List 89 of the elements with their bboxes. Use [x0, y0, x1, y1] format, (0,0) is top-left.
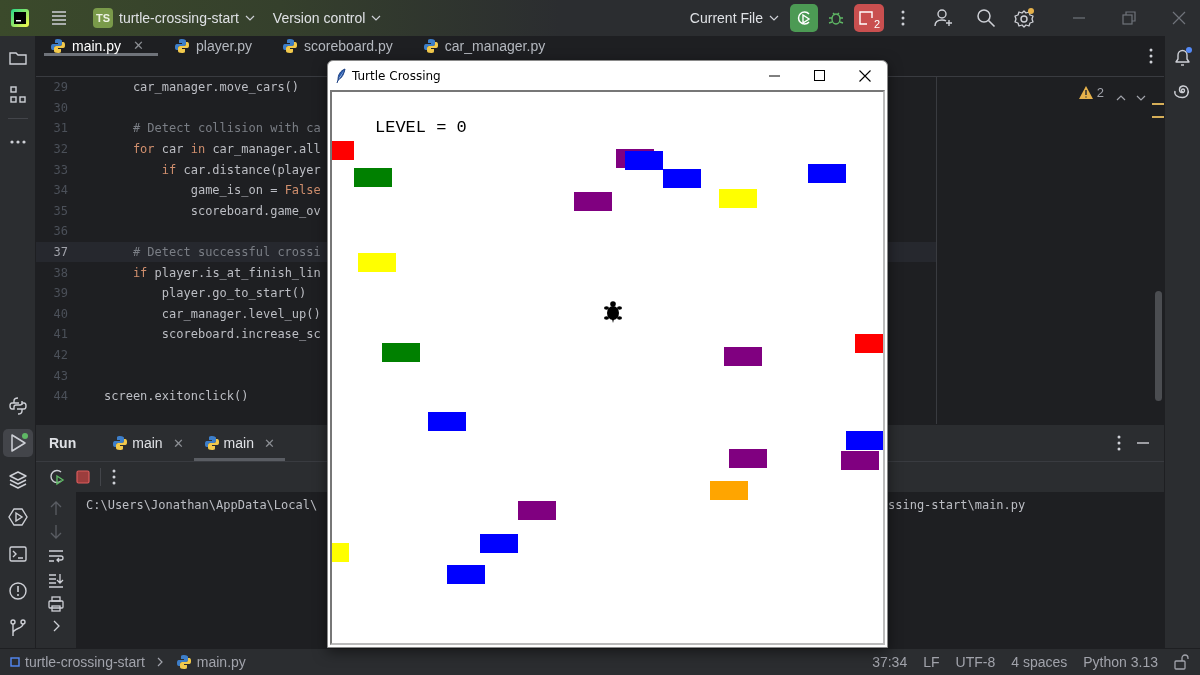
code-line: # Detect successful crossi	[131, 245, 321, 260]
run-tab[interactable]: main ✕	[193, 425, 285, 461]
scroll-to-end-icon[interactable]	[48, 572, 64, 588]
python-file-icon	[174, 37, 191, 54]
status-item[interactable]: Python 3.13	[1083, 654, 1158, 670]
status-item[interactable]: UTF-8	[955, 654, 996, 670]
module-icon	[10, 657, 20, 667]
soft-wrap-icon[interactable]	[48, 548, 64, 564]
maximize-icon	[814, 70, 825, 81]
project-badge: TS	[93, 8, 113, 28]
close-icon[interactable]	[1172, 11, 1186, 25]
restore-icon[interactable]	[1122, 11, 1136, 25]
services-icon	[7, 507, 28, 527]
code-line: car_manager.level_up()	[160, 306, 321, 321]
window-title: Turtle Crossing	[352, 68, 441, 83]
panel-title: Run	[49, 435, 77, 451]
python-file-icon	[175, 654, 192, 670]
code-line: # Detect collision with ca	[131, 121, 321, 136]
minimize-icon[interactable]	[1136, 441, 1150, 445]
status-item[interactable]: 37:34	[872, 654, 908, 670]
python-file-icon	[282, 37, 299, 54]
line-number: 37	[52, 245, 69, 260]
chevron-right-icon[interactable]	[52, 620, 60, 632]
console-text: ssing-start\main.py	[888, 498, 1027, 512]
settings-icon[interactable]	[1014, 7, 1036, 29]
minimize-icon	[769, 74, 780, 77]
structure-icon	[7, 85, 28, 105]
rerun-icon[interactable]	[48, 468, 66, 486]
code-line: scoreboard.increase_sc	[160, 327, 321, 342]
python-icon	[7, 396, 28, 416]
status-item[interactable]: 4 spaces	[1011, 654, 1068, 670]
run-config-selector[interactable]: Current File	[682, 6, 786, 30]
code-line: screen.exitonclick()	[104, 389, 249, 404]
caret-icon	[769, 15, 779, 21]
more-icon[interactable]	[1148, 48, 1154, 64]
console-text: C:\Users\Jonathan\AppData\Local\	[86, 498, 319, 512]
terminal-icon	[7, 544, 28, 564]
project-selector[interactable]: TS turtle-crossing-start	[86, 4, 262, 32]
scrollbar-thumb[interactable]	[1155, 291, 1162, 401]
warning-circle-icon	[7, 581, 28, 601]
warning-marker[interactable]	[1152, 103, 1164, 105]
layers-icon	[7, 470, 28, 490]
editor-tab[interactable]: player.py	[168, 38, 267, 56]
more-icon[interactable]	[900, 10, 906, 26]
code-line: car_manager.move_cars()	[131, 80, 300, 95]
editor-tab[interactable]: scoreboard.py	[276, 38, 407, 56]
warning-marker[interactable]	[1152, 116, 1164, 118]
turtle-shape	[603, 300, 623, 324]
code-line: if player.is_at_finish_lin	[131, 265, 321, 280]
more-icon[interactable]	[111, 469, 117, 485]
more-icon[interactable]	[1116, 435, 1122, 451]
code-line: game_is_on = False	[189, 183, 321, 198]
rerun-icon	[795, 9, 813, 27]
editor-tab[interactable]: car_manager.py	[416, 38, 560, 56]
python-file-icon	[112, 435, 129, 451]
code-line: player.go_to_start()	[160, 286, 307, 301]
up-icon[interactable]	[1116, 95, 1126, 101]
caret-icon	[244, 15, 255, 21]
search-icon[interactable]	[976, 8, 996, 28]
rerun-button[interactable]	[790, 4, 818, 32]
code-line: for car in car_manager.all	[131, 142, 321, 157]
close-icon	[858, 69, 871, 82]
python-file-icon	[422, 37, 439, 54]
tool-window-button[interactable]	[2, 429, 33, 457]
menu-icon[interactable]	[50, 10, 68, 26]
project-name: turtle-crossing-start	[119, 10, 239, 26]
down-icon[interactable]	[1136, 95, 1146, 101]
caret-icon	[371, 15, 382, 21]
code-line: if car.distance(player	[160, 162, 321, 177]
breadcrumb[interactable]: turtle-crossing-start	[10, 654, 145, 670]
status-item[interactable]: LF	[923, 654, 940, 670]
feather-icon	[336, 67, 346, 84]
stop-icon[interactable]	[76, 470, 90, 484]
add-user-icon[interactable]	[934, 8, 954, 28]
lock-icon[interactable]	[1174, 654, 1190, 670]
level-text: LEVEL = 0	[375, 118, 467, 137]
chevron-right-icon	[156, 657, 164, 667]
stop-button[interactable]: 2	[854, 4, 884, 32]
breadcrumb[interactable]: main.py	[175, 654, 246, 670]
print-icon[interactable]	[48, 596, 64, 612]
app-logo[interactable]	[10, 8, 30, 28]
code-line: scoreboard.game_ov	[189, 203, 321, 218]
python-file-icon	[203, 435, 220, 451]
warning-counter[interactable]: 2	[1078, 83, 1104, 101]
run-tab[interactable]: main ✕	[102, 425, 194, 461]
editor-tab[interactable]: main.py ✕	[44, 38, 159, 56]
python-file-icon	[50, 37, 66, 54]
branch-icon	[7, 618, 28, 638]
vcs-selector[interactable]: Version control	[265, 6, 389, 30]
